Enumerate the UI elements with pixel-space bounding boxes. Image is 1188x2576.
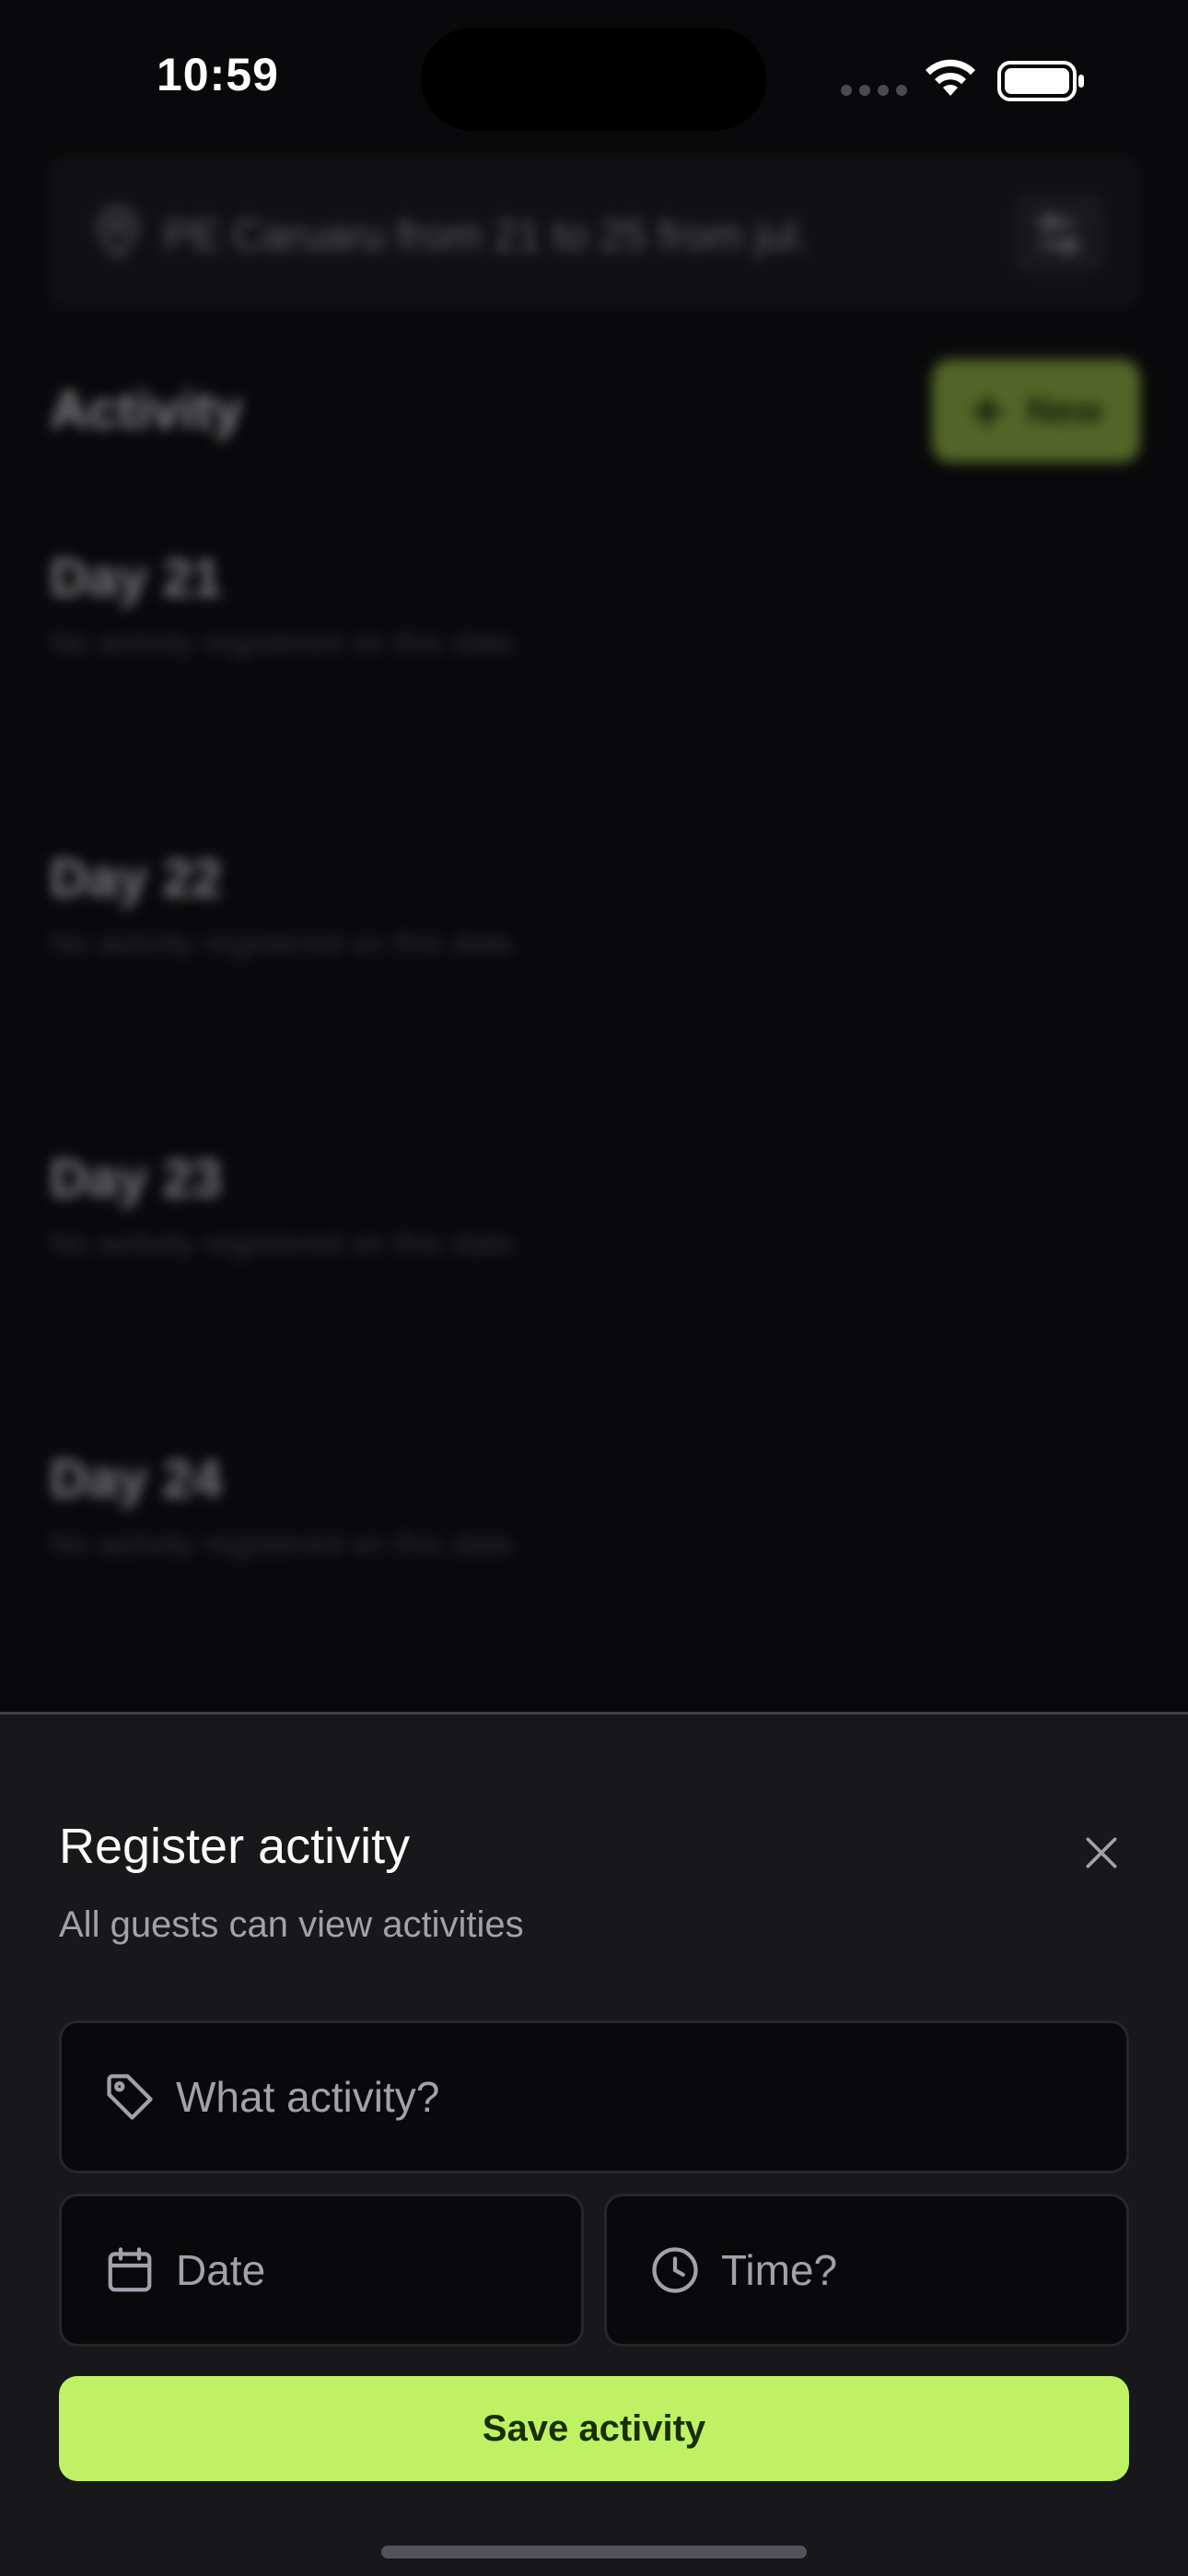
day-title: Day 23	[50, 1149, 223, 1209]
new-activity-button: + New	[932, 359, 1140, 463]
close-button[interactable]	[1072, 1823, 1131, 1882]
dynamic-island	[421, 28, 766, 131]
activity-heading: Activity	[50, 381, 243, 440]
home-indicator	[381, 2546, 807, 2558]
wifi-icon	[926, 59, 975, 96]
activity-name-field[interactable]	[59, 2020, 1129, 2173]
trip-destination-text: PE Caruaru from 21 to 25 from jul.	[164, 211, 809, 259]
day-title: Day 24	[50, 1449, 223, 1509]
day-section: Day 21 No activity registered on this da…	[50, 547, 521, 662]
day-section: Day 24 No activity registered on this da…	[50, 1448, 521, 1563]
day-empty-text: No activity registered on this date.	[50, 1527, 522, 1562]
plus-icon: +	[970, 378, 1005, 444]
register-activity-sheet: Register activity All guests can view ac…	[0, 1712, 1188, 2576]
day-empty-text: No activity registered on this date.	[50, 1226, 522, 1261]
trip-destination-bar: PE Caruaru from 21 to 25 from jul.	[48, 155, 1140, 310]
sheet-title: Register activity	[59, 1819, 411, 1874]
map-pin-icon	[98, 206, 138, 259]
screen: PE Caruaru from 21 to 25 from jul. Activ…	[0, 0, 1188, 2576]
sheet-subtitle: All guests can view activities	[59, 1904, 524, 1945]
status-bar: 10:59	[0, 0, 1188, 157]
day-section: Day 22 No activity registered on this da…	[50, 848, 521, 962]
day-title: Day 22	[50, 849, 223, 908]
new-activity-label: New	[1026, 390, 1102, 431]
clock-icon	[652, 2247, 698, 2293]
status-time: 10:59	[157, 49, 279, 100]
day-empty-text: No activity registered on this date.	[50, 626, 522, 661]
date-input[interactable]	[176, 2245, 581, 2295]
day-section: Day 23 No activity registered on this da…	[50, 1148, 521, 1262]
close-icon	[1086, 1837, 1117, 1868]
background-trip-page: PE Caruaru from 21 to 25 from jul. Activ…	[0, 0, 1188, 1723]
save-activity-button[interactable]: Save activity	[59, 2376, 1129, 2481]
day-empty-text: No activity registered on this date.	[50, 926, 522, 961]
time-field[interactable]	[604, 2194, 1129, 2347]
activity-name-input[interactable]	[176, 2072, 1126, 2122]
calendar-icon	[108, 2247, 152, 2292]
tag-icon	[107, 2074, 153, 2120]
cellular-signal-icon	[841, 85, 907, 96]
battery-icon	[997, 61, 1084, 101]
date-field[interactable]	[59, 2194, 584, 2347]
day-title: Day 21	[50, 548, 223, 608]
time-input[interactable]	[721, 2245, 1126, 2295]
settings-sliders-icon	[1015, 195, 1103, 273]
